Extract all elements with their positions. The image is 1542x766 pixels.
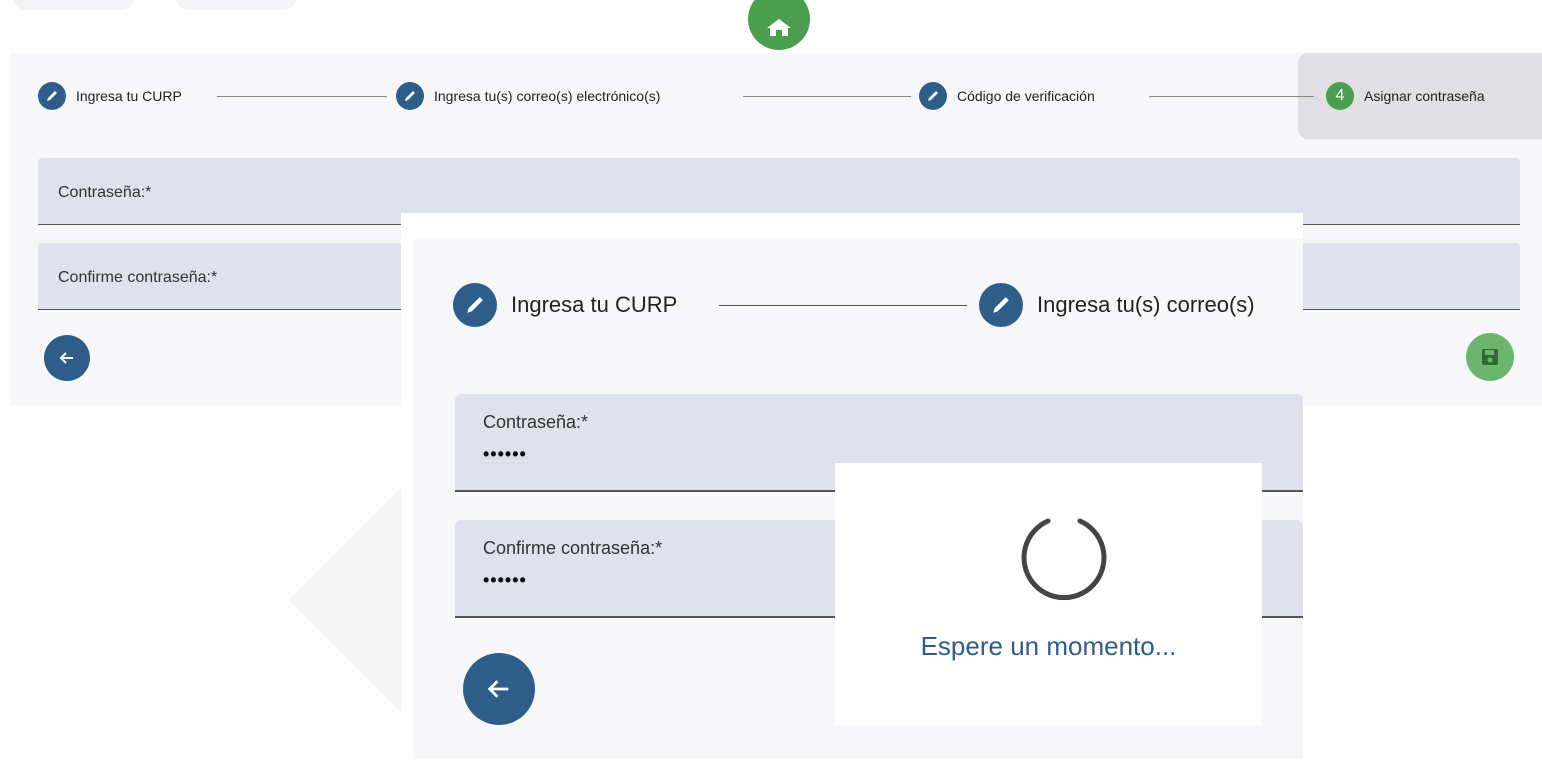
pencil-icon [396,82,424,110]
step-asignar-contrasena[interactable]: 4 Asignar contraseña [1326,82,1485,110]
zoom-step-label: Ingresa tu CURP [511,292,678,317]
step-label: Código de verificación [957,88,1095,104]
step-label: Ingresa tu(s) correo(s) electrónico(s) [434,88,661,104]
home-button[interactable] [748,0,810,50]
ghost-tab [14,0,134,10]
back-button[interactable] [463,653,535,725]
loading-dialog: Espere un momento... [835,463,1262,725]
password-value: •••••• [483,444,527,464]
stepper: Ingresa tu CURP Ingresa tu(s) correo(s) … [10,53,1542,139]
arrow-left-icon [487,680,509,698]
zoom-step-ingresa-curp[interactable]: Ingresa tu CURP [453,283,677,327]
save-button[interactable] [1466,333,1514,381]
confirm-password-value: •••••• [483,570,527,590]
pencil-icon [919,82,947,110]
step-label: Asignar contraseña [1364,88,1485,104]
pencil-icon [453,283,497,327]
pencil-icon [979,283,1023,327]
step-codigo-verificacion[interactable]: Código de verificación [919,82,1095,110]
step-ingresa-correos[interactable]: Ingresa tu(s) correo(s) electrónico(s) [396,82,660,110]
confirm-password-label: Confirme contraseña:* [483,538,663,558]
arrow-left-icon [59,352,73,364]
step-ingresa-curp[interactable]: Ingresa tu CURP [38,82,182,110]
zoom-step-ingresa-correos[interactable]: Ingresa tu(s) correo(s) [979,283,1255,327]
step-connector [1149,96,1314,97]
ghost-tab [176,0,296,10]
home-icon [767,19,791,36]
floppy-disk-icon [1482,349,1498,365]
confirm-password-label: Confirme contraseña:* [58,269,218,286]
step-connector [743,96,911,97]
step-connector [217,96,387,97]
zoom-step-label: Ingresa tu(s) correo(s) [1037,292,1255,317]
back-button[interactable] [44,335,90,381]
spinner-icon [1021,518,1107,601]
step-connector [719,305,967,306]
loading-message: Espere un momento... [920,631,1177,661]
password-label: Contraseña:* [483,412,589,432]
password-label: Contraseña:* [58,184,152,201]
step-label: Ingresa tu CURP [76,88,182,104]
pencil-icon [38,82,66,110]
step-number: 4 [1326,82,1354,110]
